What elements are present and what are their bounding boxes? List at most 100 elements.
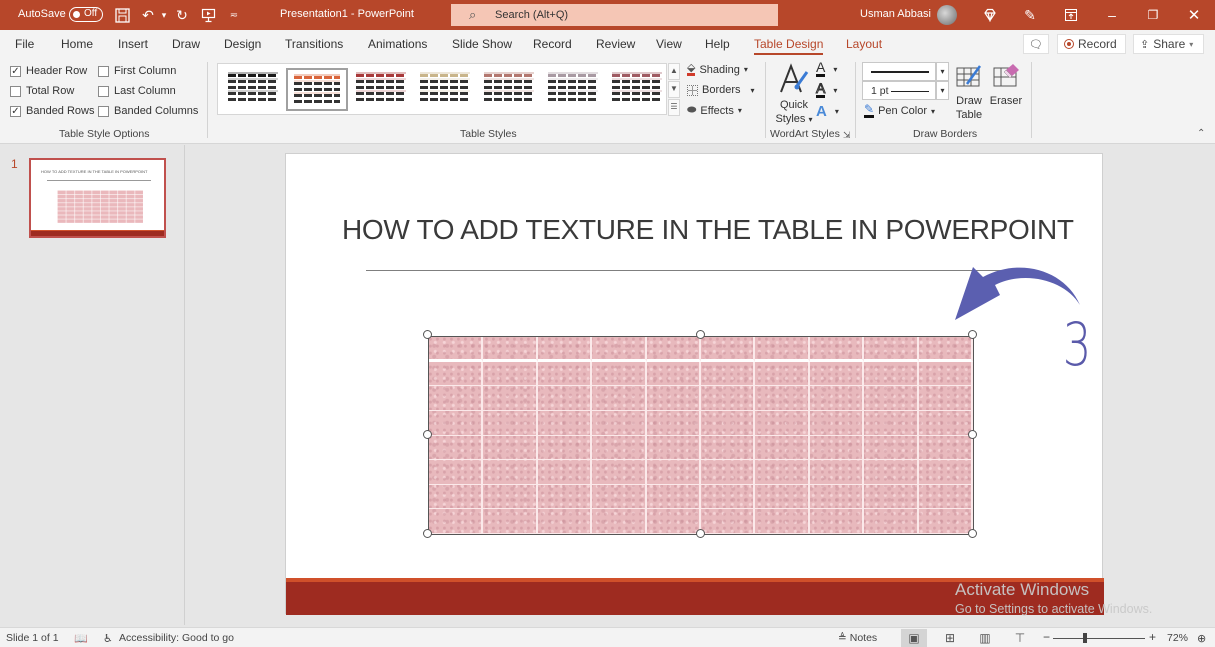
tab-transitions[interactable]: Transitions: [285, 37, 343, 51]
table-cell[interactable]: [483, 460, 538, 485]
tab-review[interactable]: Review: [596, 37, 635, 51]
textured-table[interactable]: [428, 336, 974, 535]
resize-handle-left[interactable]: [423, 430, 432, 439]
table-cell[interactable]: [755, 460, 810, 485]
table-cell[interactable]: [483, 484, 538, 510]
table-cell[interactable]: [918, 460, 973, 485]
table-cell[interactable]: [537, 337, 593, 362]
table-cell[interactable]: [701, 386, 756, 411]
table-cell[interactable]: [918, 337, 973, 362]
table-cell[interactable]: [483, 410, 538, 436]
table-cell[interactable]: [537, 435, 593, 461]
table-cell[interactable]: [592, 484, 647, 510]
tab-home[interactable]: Home: [61, 37, 93, 51]
table-cell[interactable]: [701, 435, 756, 461]
tab-slide-show[interactable]: Slide Show: [452, 37, 512, 51]
resize-handle-top-left[interactable]: [423, 330, 432, 339]
table-cell[interactable]: [864, 484, 919, 510]
table-cell[interactable]: [429, 435, 484, 461]
tab-table-design[interactable]: Table Design: [754, 37, 824, 55]
table-cell[interactable]: [483, 337, 538, 362]
table-cell[interactable]: [755, 435, 810, 461]
normal-view-button[interactable]: ▣: [901, 629, 927, 647]
table-cell[interactable]: [701, 460, 756, 485]
table-cell[interactable]: [537, 460, 593, 485]
resize-handle-bottom[interactable]: [696, 529, 705, 538]
pen-style-select[interactable]: [862, 62, 936, 81]
collapse-ribbon-icon[interactable]: ⌃: [1197, 128, 1205, 139]
premium-diamond-icon[interactable]: [980, 5, 1000, 25]
table-cell[interactable]: [701, 361, 756, 387]
table-cell[interactable]: [592, 509, 647, 534]
table-cell[interactable]: [755, 386, 810, 411]
search-box[interactable]: ⌕ Search (Alt+Q): [451, 4, 778, 26]
accessibility-icon[interactable]: ♿: [103, 632, 113, 645]
user-avatar[interactable]: [937, 5, 957, 25]
table-cell[interactable]: [646, 361, 701, 387]
resize-handle-bottom-right[interactable]: [968, 529, 977, 538]
table-cell[interactable]: [809, 386, 865, 411]
table-cell[interactable]: [755, 337, 810, 362]
tab-record[interactable]: Record: [533, 37, 572, 51]
table-cell[interactable]: [429, 484, 484, 510]
notes-button[interactable]: ≜ Notes: [838, 632, 877, 644]
tab-insert[interactable]: Insert: [118, 37, 148, 51]
table-style-option[interactable]: [350, 68, 412, 111]
table-cell[interactable]: [755, 484, 810, 510]
zoom-in-button[interactable]: +: [1149, 630, 1156, 644]
tab-view[interactable]: View: [656, 37, 682, 51]
shading-button[interactable]: ⬙ Shading ▾: [687, 63, 748, 76]
table-cell[interactable]: [592, 361, 647, 387]
pen-weight-dropdown-icon[interactable]: ▾: [936, 81, 949, 100]
table-cell[interactable]: [809, 361, 865, 387]
table-cell[interactable]: [864, 435, 919, 461]
close-icon[interactable]: ✕: [1184, 5, 1204, 25]
table-cell[interactable]: [918, 361, 973, 387]
table-cell[interactable]: [864, 337, 919, 362]
banded-rows-checkbox[interactable]: ✓ Banded Rows: [10, 105, 95, 117]
table-cell[interactable]: [918, 509, 973, 534]
table-cell[interactable]: [809, 484, 865, 510]
undo-dropdown-icon[interactable]: ▾: [154, 5, 174, 25]
customize-toolbar-icon[interactable]: ≂: [224, 5, 244, 25]
slide-canvas[interactable]: HOW TO ADD TEXTURE IN THE TABLE IN POWER…: [285, 153, 1104, 615]
table-cell[interactable]: [483, 435, 538, 461]
slide-title[interactable]: HOW TO ADD TEXTURE IN THE TABLE IN POWER…: [342, 214, 1074, 246]
tab-file[interactable]: File: [15, 37, 34, 51]
table-cell[interactable]: [646, 484, 701, 510]
text-outline-button[interactable]: A ▾: [815, 81, 837, 98]
table-cell[interactable]: [864, 386, 919, 411]
slide-show-button[interactable]: ⊤: [1007, 629, 1033, 647]
table-cell[interactable]: [646, 509, 701, 534]
last-column-checkbox[interactable]: Last Column: [98, 85, 176, 97]
pen-style-dropdown-icon[interactable]: ▾: [936, 62, 949, 81]
text-effects-button[interactable]: A ▾: [816, 103, 839, 120]
table-cell[interactable]: [755, 361, 810, 387]
reading-view-button[interactable]: ▥: [972, 629, 998, 647]
gallery-scroll-down-icon[interactable]: ▼: [668, 81, 680, 98]
table-cell[interactable]: [701, 509, 756, 534]
table-cell[interactable]: [646, 460, 701, 485]
table-cell[interactable]: [809, 410, 865, 436]
zoom-slider-track[interactable]: [1053, 638, 1145, 639]
tab-animations[interactable]: Animations: [368, 37, 427, 51]
table-cell[interactable]: [646, 337, 701, 362]
tab-design[interactable]: Design: [224, 37, 261, 51]
table-cell[interactable]: [537, 509, 593, 534]
present-icon[interactable]: [198, 5, 218, 25]
table-cell[interactable]: [809, 337, 865, 362]
table-cell[interactable]: [537, 386, 593, 411]
redo-icon[interactable]: ↻: [172, 5, 192, 25]
table-cell[interactable]: [809, 460, 865, 485]
table-cell[interactable]: [483, 386, 538, 411]
table-style-option[interactable]: [222, 68, 284, 111]
table-cell[interactable]: [537, 410, 593, 436]
accessibility-status[interactable]: Accessibility: Good to go: [119, 632, 234, 644]
zoom-out-button[interactable]: −: [1043, 630, 1050, 644]
effects-button[interactable]: ⬬ Effects ▾: [687, 104, 742, 117]
table-cell[interactable]: [918, 435, 973, 461]
table-style-option[interactable]: [542, 68, 604, 111]
resize-handle-right[interactable]: [968, 430, 977, 439]
tab-layout[interactable]: Layout: [846, 37, 882, 51]
table-cell[interactable]: [755, 509, 810, 534]
